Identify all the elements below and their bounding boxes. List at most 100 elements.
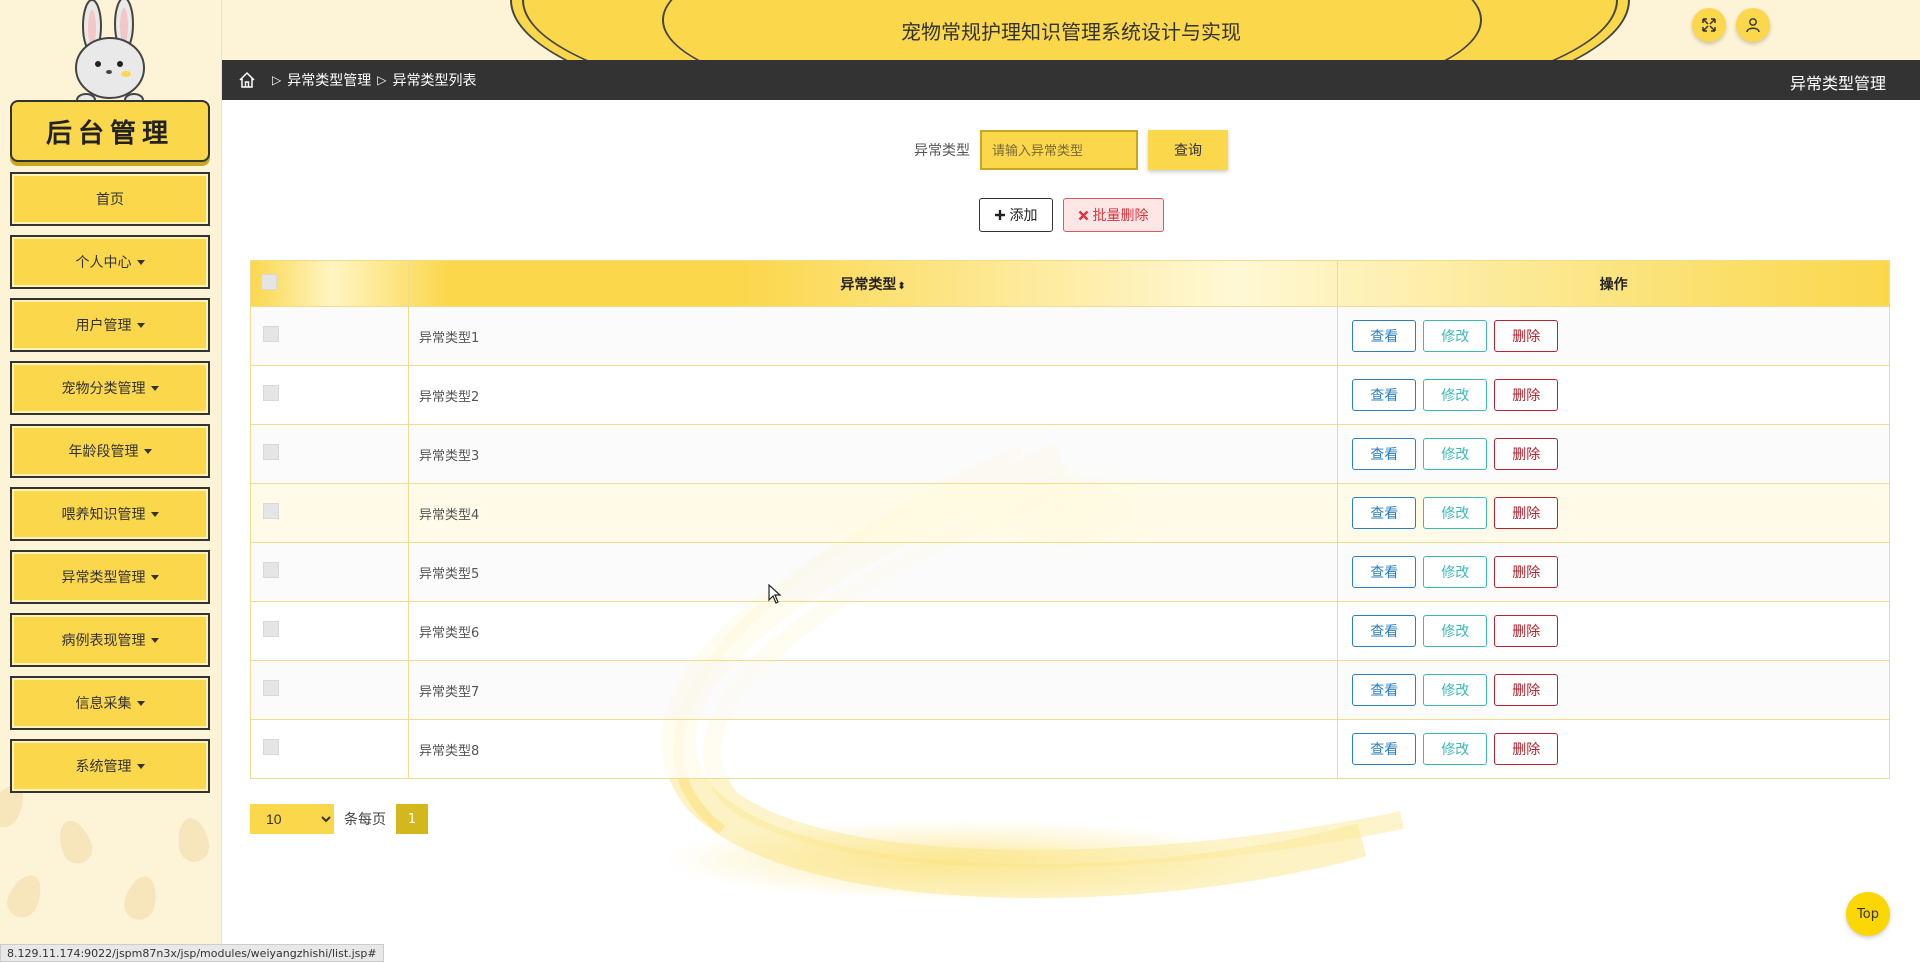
- search-bar: 异常类型 查询: [222, 130, 1920, 170]
- type-cell: 异常类型2: [407, 365, 1339, 425]
- delete-button[interactable]: 删除: [1494, 615, 1559, 647]
- delete-button[interactable]: 删除: [1494, 438, 1559, 470]
- page-size-select[interactable]: 10: [250, 804, 334, 834]
- caret-down-icon: [136, 763, 145, 769]
- sidebar-item-label: 宠物分类管理: [61, 381, 146, 397]
- brand-plate: 后台管理: [10, 100, 210, 162]
- ops-cell: 查看 修改 删除: [1337, 424, 1890, 484]
- edit-button[interactable]: 修改: [1423, 497, 1488, 529]
- sidebar-item[interactable]: 年龄段管理: [10, 424, 210, 478]
- caret-down-icon: [150, 511, 159, 517]
- breadcrumb-separator: ▷: [272, 73, 282, 87]
- table-header-row: 异常类型⬍ 操作: [250, 260, 1890, 307]
- breadcrumb-separator: ▷: [377, 73, 387, 87]
- ops-cell: 查看 修改 删除: [1337, 719, 1890, 779]
- table-row: 异常类型8 查看 修改 删除: [250, 719, 1890, 779]
- sidebar-item-label: 系统管理: [75, 759, 132, 775]
- sidebar-item[interactable]: 喂养知识管理: [10, 487, 210, 541]
- breadcrumb-item[interactable]: 异常类型管理: [287, 70, 371, 90]
- leaf-decoration: [2, 869, 48, 923]
- caret-down-icon: [136, 700, 145, 706]
- table-row: 异常类型7 查看 修改 删除: [250, 660, 1890, 720]
- select-all-checkbox[interactable]: [261, 273, 277, 290]
- view-button[interactable]: 查看: [1352, 438, 1417, 470]
- column-header-label: 异常类型: [840, 276, 897, 293]
- table-row: 异常类型5 查看 修改 删除: [250, 542, 1890, 602]
- edit-button[interactable]: 修改: [1423, 556, 1488, 588]
- status-bar-url: 8.129.11.174:9022/jspm87n3x/jsp/modules/…: [0, 944, 384, 962]
- type-cell: 异常类型4: [407, 483, 1339, 543]
- caret-down-icon: [143, 448, 152, 454]
- caret-down-icon: [150, 385, 159, 391]
- edit-button[interactable]: 修改: [1423, 615, 1488, 647]
- breadcrumb-item[interactable]: 异常类型列表: [392, 70, 476, 90]
- sidebar-item[interactable]: 信息采集: [10, 676, 210, 730]
- view-button[interactable]: 查看: [1352, 615, 1417, 647]
- sidebar-item[interactable]: 病例表现管理: [10, 613, 210, 667]
- main-content: 异常类型 查询 添加 批量删除 异常类型⬍ 操作: [222, 100, 1920, 962]
- table-row: 异常类型3 查看 修改 删除: [250, 424, 1890, 484]
- row-select-cell: [250, 424, 409, 484]
- delete-button[interactable]: 删除: [1494, 379, 1559, 411]
- row-checkbox[interactable]: [263, 444, 279, 460]
- per-page-label: 条每页: [344, 812, 386, 828]
- toolbar: 添加 批量删除: [222, 198, 1920, 232]
- ops-cell: 查看 修改 删除: [1337, 365, 1890, 425]
- select-all-header: [250, 260, 409, 307]
- sidebar-item[interactable]: 用户管理: [10, 298, 210, 352]
- type-cell: 异常类型5: [407, 542, 1339, 602]
- row-select-cell: [250, 306, 409, 366]
- add-button-label: 添加: [1009, 207, 1038, 223]
- row-checkbox[interactable]: [263, 385, 279, 401]
- sidebar-nav: 首页个人中心用户管理宠物分类管理年龄段管理喂养知识管理异常类型管理病例表现管理信…: [10, 172, 210, 802]
- delete-button[interactable]: 删除: [1494, 320, 1559, 352]
- edit-button[interactable]: 修改: [1423, 379, 1488, 411]
- delete-button[interactable]: 删除: [1494, 497, 1559, 529]
- search-button[interactable]: 查询: [1148, 130, 1228, 170]
- view-button[interactable]: 查看: [1352, 497, 1417, 529]
- batch-delete-button[interactable]: 批量删除: [1062, 198, 1164, 232]
- row-checkbox[interactable]: [263, 680, 279, 696]
- sidebar: 后台管理 首页个人中心用户管理宠物分类管理年龄段管理喂养知识管理异常类型管理病例…: [0, 0, 222, 962]
- view-button[interactable]: 查看: [1352, 556, 1417, 588]
- row-select-cell: [250, 365, 409, 425]
- column-header-type[interactable]: 异常类型⬍: [407, 260, 1339, 307]
- sidebar-item[interactable]: 系统管理: [10, 739, 210, 793]
- delete-button[interactable]: 删除: [1494, 733, 1559, 765]
- page-number-button[interactable]: 1: [396, 804, 428, 834]
- sidebar-item[interactable]: 异常类型管理: [10, 550, 210, 604]
- home-icon[interactable]: [238, 71, 256, 89]
- type-cell: 异常类型6: [407, 601, 1339, 661]
- sidebar-item-label: 异常类型管理: [61, 570, 146, 586]
- edit-button[interactable]: 修改: [1423, 733, 1488, 765]
- delete-button[interactable]: 删除: [1494, 556, 1559, 588]
- user-button[interactable]: [1736, 8, 1770, 42]
- row-checkbox[interactable]: [263, 739, 279, 755]
- row-checkbox[interactable]: [263, 326, 279, 342]
- edit-button[interactable]: 修改: [1423, 320, 1488, 352]
- back-to-top-button[interactable]: Top: [1846, 892, 1890, 936]
- view-button[interactable]: 查看: [1352, 320, 1417, 352]
- search-label: 异常类型: [914, 143, 970, 159]
- edit-button[interactable]: 修改: [1423, 674, 1488, 706]
- search-input[interactable]: [980, 130, 1138, 170]
- sidebar-item[interactable]: 宠物分类管理: [10, 361, 210, 415]
- ops-cell: 查看 修改 删除: [1337, 601, 1890, 661]
- sidebar-item[interactable]: 首页: [10, 172, 210, 226]
- add-button[interactable]: 添加: [978, 198, 1053, 232]
- row-checkbox[interactable]: [263, 621, 279, 637]
- caret-down-icon: [150, 637, 159, 643]
- sidebar-item[interactable]: 个人中心: [10, 235, 210, 289]
- row-checkbox[interactable]: [263, 503, 279, 519]
- view-button[interactable]: 查看: [1352, 733, 1417, 765]
- fullscreen-button[interactable]: [1692, 8, 1726, 42]
- caret-down-icon: [150, 574, 159, 580]
- edit-button[interactable]: 修改: [1423, 438, 1488, 470]
- row-checkbox[interactable]: [263, 562, 279, 578]
- ops-cell: 查看 修改 删除: [1337, 660, 1890, 720]
- view-button[interactable]: 查看: [1352, 379, 1417, 411]
- type-cell: 异常类型8: [407, 719, 1339, 779]
- view-button[interactable]: 查看: [1352, 674, 1417, 706]
- breadcrumb: ▷ 异常类型管理 ▷ 异常类型列表 异常类型管理: [222, 60, 1920, 100]
- delete-button[interactable]: 删除: [1494, 674, 1559, 706]
